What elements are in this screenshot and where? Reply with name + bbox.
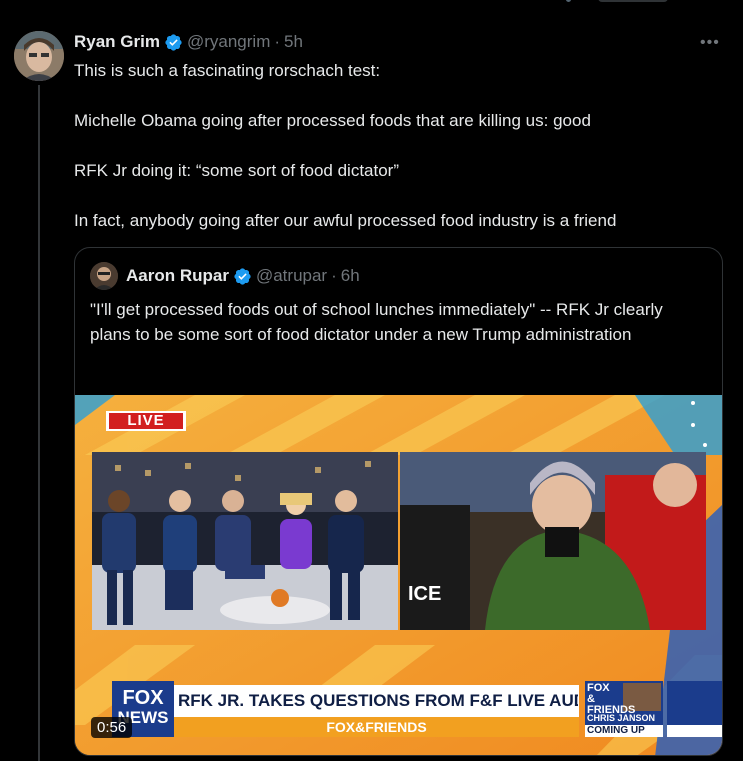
live-badge: LIVE (127, 412, 165, 429)
tweet[interactable]: Ryan Grim @ryangrim · 5h ••• This is suc… (0, 0, 743, 761)
quote-avatar[interactable] (90, 262, 118, 290)
tweet-header: Ryan Grim @ryangrim · 5h (74, 31, 303, 53)
chyron-headline: RFK JR. TAKES QUESTIONS FROM F&F LIVE AU… (178, 691, 578, 710)
author-handle[interactable]: @ryangrim (187, 32, 270, 52)
separator: · (331, 266, 337, 285)
timestamp[interactable]: 5h (284, 32, 303, 52)
verified-badge-icon (165, 33, 182, 51)
quoted-tweet[interactable]: Aaron Rupar @atrupar · 6h "I'll get proc… (74, 247, 723, 756)
side-promo-coming: COMING UP (587, 725, 645, 736)
quote-header: Aaron Rupar @atrupar · 6h (90, 262, 360, 290)
show-name: FOX&FRIENDS (326, 719, 427, 735)
tweet-line: In fact, anybody going after our awful p… (74, 211, 617, 230)
avatar[interactable] (14, 31, 64, 81)
tweet-line: Michelle Obama going after processed foo… (74, 111, 591, 130)
quote-author-handle[interactable]: @atrupar (256, 266, 327, 286)
tweet-line: This is such a fascinating rorschach tes… (74, 61, 381, 80)
separator: · (274, 32, 281, 51)
author-name[interactable]: Ryan Grim (74, 32, 160, 52)
tweet-text: This is such a fascinating rorschach tes… (74, 58, 714, 233)
quote-text: "I'll get processed foods out of school … (90, 300, 663, 344)
quote-author-name[interactable]: Aaron Rupar (126, 266, 229, 286)
side-promo-name: CHRIS JANSON (587, 713, 656, 723)
thread-line (38, 85, 40, 761)
verified-badge-icon (234, 267, 251, 285)
side-promo: FOX & FRIENDS (587, 683, 635, 716)
video-duration: 0:56 (91, 717, 133, 738)
channel-logo-top: FOX (122, 687, 164, 709)
more-options-icon[interactable]: ••• (700, 34, 720, 51)
video-player[interactable]: ICE LIVE FOX NEWS RFK JR. TAKES QUESTION… (75, 395, 722, 755)
tweet-line: RFK Jr doing it: “some sort of food dict… (74, 161, 400, 180)
svg-text:ICE: ICE (408, 583, 441, 605)
quote-timestamp[interactable]: 6h (341, 266, 360, 286)
